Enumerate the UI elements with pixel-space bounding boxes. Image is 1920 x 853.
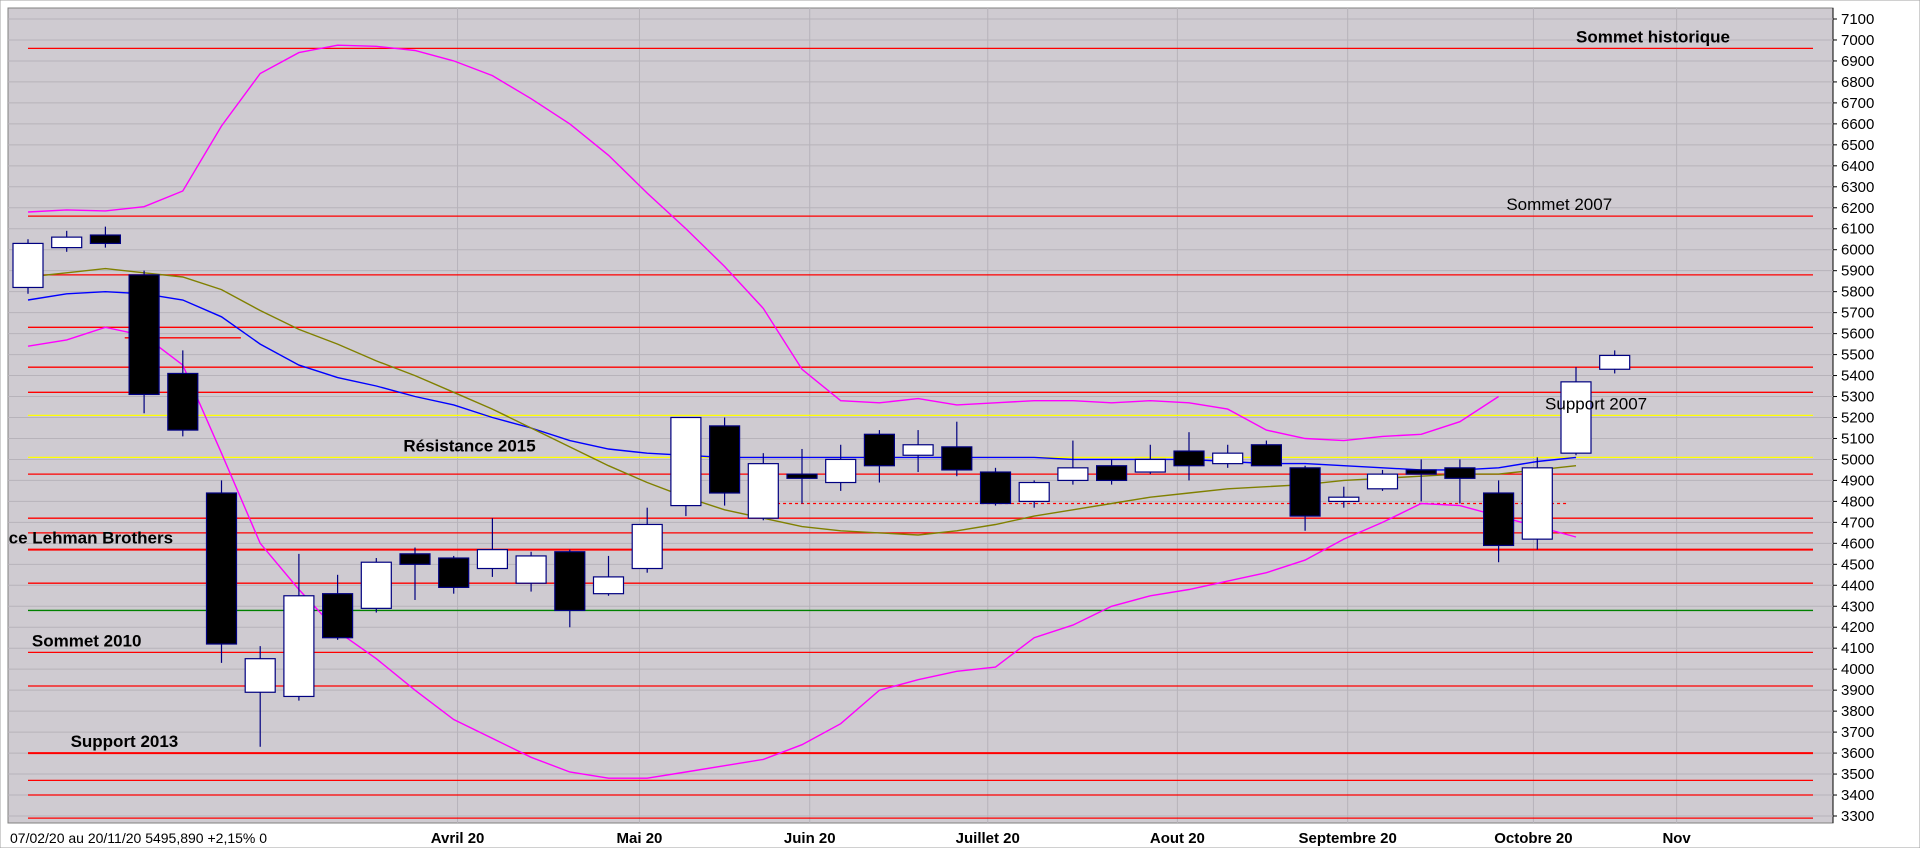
y-tick-label: 3800	[1841, 703, 1874, 720]
candle-body	[902, 444, 934, 456]
y-tick-label: 4200	[1841, 619, 1874, 636]
y-tick-label: 6800	[1841, 74, 1874, 91]
candle-body	[979, 471, 1012, 505]
y-tick-label: 5700	[1841, 305, 1874, 322]
info-text: 07/02/20 au 20/11/20 5495,890 +2,15% 0	[10, 830, 267, 846]
candle-body	[244, 658, 276, 693]
y-tick-label: 4100	[1841, 640, 1874, 657]
candle-body	[554, 551, 586, 612]
candle-body	[89, 234, 122, 245]
y-tick-label: 3700	[1841, 724, 1874, 741]
stock-chart: Sommet historique Sommet 2007 Support 2007…	[0, 0, 1920, 849]
candle-body	[1212, 452, 1244, 465]
y-tick-label: 3900	[1841, 682, 1874, 699]
candle-body	[786, 473, 818, 479]
y-tick-label: 4600	[1841, 535, 1874, 552]
candle-body	[863, 433, 896, 467]
y-tick-label: 4900	[1841, 472, 1874, 489]
x-tick-label: Septembre 20	[1298, 830, 1396, 847]
candle-body	[1289, 467, 1321, 517]
candle-body	[205, 492, 238, 645]
candle-body	[1018, 481, 1050, 502]
line-annotation: Sommet historique	[1576, 27, 1730, 46]
candle-body	[360, 561, 392, 609]
x-tick-label: Octobre 20	[1494, 830, 1572, 847]
y-tick-label: 6400	[1841, 158, 1874, 175]
candle-body	[1521, 467, 1553, 540]
candle-body	[51, 236, 83, 249]
x-tick-label: Avril 20	[431, 830, 485, 847]
y-tick-label: 5000	[1841, 451, 1874, 468]
y-tick-label: 6200	[1841, 200, 1874, 217]
candle-body	[747, 463, 779, 519]
candle-body	[1134, 458, 1166, 473]
candle-body	[515, 555, 547, 584]
y-tick-label: 6300	[1841, 179, 1874, 196]
x-tick-label: Aout 20	[1150, 830, 1205, 847]
y-tick-label: 5600	[1841, 326, 1874, 343]
y-tick-label: 4400	[1841, 577, 1874, 594]
candle-body	[825, 458, 857, 484]
candle-body	[631, 523, 663, 570]
y-tick-label: 4300	[1841, 598, 1874, 615]
y-tick-label: 5400	[1841, 368, 1874, 385]
x-tick-label: Nov	[1662, 830, 1691, 847]
candle-body	[1057, 467, 1089, 482]
y-tick-label: 4700	[1841, 514, 1874, 531]
x-tick-label: Juillet 20	[956, 830, 1020, 847]
y-tick-label: 6900	[1841, 53, 1874, 70]
line-annotation: Sommet 2007	[1506, 195, 1612, 214]
x-tick-label: Mai 20	[617, 830, 663, 847]
y-tick-label: 4500	[1841, 556, 1874, 573]
y-tick-label: 6600	[1841, 116, 1874, 133]
y-tick-label: 6000	[1841, 242, 1874, 259]
y-tick-label: 3300	[1841, 808, 1874, 825]
y-tick-label: 5300	[1841, 389, 1874, 406]
candle-body	[476, 549, 508, 570]
candle-body	[708, 425, 741, 494]
y-tick-label: 7100	[1841, 11, 1874, 28]
line-annotation: Sommet 2010	[32, 631, 142, 650]
y-tick-label: 3400	[1841, 787, 1874, 804]
candle-body	[670, 416, 702, 507]
y-tick-label: 6500	[1841, 137, 1874, 154]
candle-body	[1366, 473, 1399, 490]
x-tick-label: Juin 20	[784, 830, 836, 847]
candle-body	[1095, 465, 1128, 482]
candle-body	[322, 593, 354, 639]
y-tick-label: 4800	[1841, 493, 1874, 510]
y-tick-label: 6700	[1841, 95, 1874, 112]
candle-body	[283, 595, 315, 698]
y-tick-label: 6100	[1841, 221, 1874, 238]
candle-body	[592, 576, 625, 595]
candle-body	[1405, 469, 1437, 475]
candle-body	[12, 242, 44, 289]
candle-body	[167, 372, 199, 431]
y-tick-label: 4000	[1841, 661, 1874, 678]
candle-body	[1444, 467, 1476, 479]
candle-body	[399, 553, 431, 565]
candle-body	[1482, 492, 1515, 547]
chart-canvas: Sommet historique Sommet 2007 Support 2007…	[0, 0, 1920, 849]
candle-body	[1560, 381, 1592, 454]
candle-body	[128, 274, 160, 396]
line-annotation: Résistance 2015	[403, 436, 535, 455]
y-tick-label: 5500	[1841, 347, 1874, 364]
line-annotation: ce Lehman Brothers	[9, 529, 173, 548]
y-tick-label: 7000	[1841, 32, 1874, 49]
y-tick-label: 5900	[1841, 263, 1874, 280]
candle-body	[941, 446, 973, 471]
y-tick-label: 3600	[1841, 745, 1874, 762]
candle-body	[1599, 354, 1631, 370]
line-annotation: Support 2013	[71, 732, 179, 751]
y-tick-label: 5200	[1841, 410, 1874, 427]
candle-body	[1328, 496, 1360, 502]
candle-body	[438, 557, 470, 588]
candle-body	[1173, 450, 1205, 467]
line-annotation: Support 2007	[1545, 394, 1647, 413]
candle-body	[1250, 444, 1283, 467]
y-tick-label: 5800	[1841, 284, 1874, 301]
y-tick-label: 3500	[1841, 766, 1874, 783]
y-tick-label: 5100	[1841, 430, 1874, 447]
